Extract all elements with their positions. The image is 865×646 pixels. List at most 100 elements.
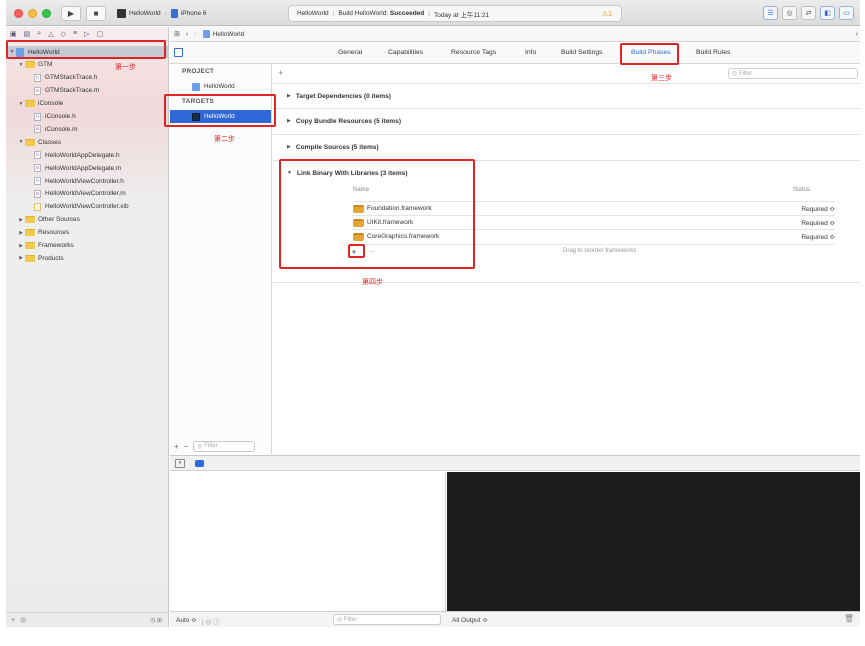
tab-general[interactable]: General <box>338 49 362 56</box>
source-file-icon: m <box>34 189 41 198</box>
navigator-group[interactable]: ▶ Frameworks <box>6 240 74 252</box>
column-status: Status <box>793 187 811 193</box>
debug-icon[interactable]: ≡ <box>73 30 77 37</box>
forward-icon[interactable]: › <box>194 31 196 38</box>
navigator-file[interactable]: m HelloWorldAppDelegate.m <box>6 162 121 174</box>
targets-filter-input[interactable]: ◎ Filter <box>193 440 256 452</box>
console-view[interactable] <box>447 472 860 611</box>
remove-target-button[interactable]: − <box>184 442 189 451</box>
disclosure-right-icon: ▶ <box>287 93 291 99</box>
tab-capabilities[interactable]: Capabilities <box>388 49 423 56</box>
xib-file-icon <box>34 202 41 211</box>
breadcrumb[interactable]: HelloWorld <box>202 30 244 38</box>
editor-mode-buttons: ☰ ◎ ⇄ ◧ ▭ <box>763 6 854 20</box>
phase-target-dependencies[interactable]: ▶ Target Dependencies (0 items) <box>273 83 860 108</box>
minimize-window-button[interactable] <box>28 9 37 18</box>
phase-copy-bundle-resources[interactable]: ▶ Copy Bundle Resources (5 items) <box>273 108 860 133</box>
header-file-icon: h <box>34 73 41 82</box>
header-file-icon: h <box>34 177 41 185</box>
project-header: PROJECT <box>182 68 215 75</box>
back-icon[interactable]: ‹ <box>186 31 188 38</box>
stop-button[interactable]: ■ <box>86 6 106 21</box>
navigator-file[interactable]: m HelloWorldViewController.m <box>6 188 126 200</box>
library-status[interactable]: Required ≎ <box>801 205 835 213</box>
symbol-icon[interactable]: ▤ <box>24 30 31 38</box>
scheme-name: HelloWorld <box>129 10 161 17</box>
close-window-button[interactable] <box>14 9 23 18</box>
zoom-window-button[interactable] <box>42 9 51 18</box>
tab-build-settings[interactable]: Build Settings <box>561 49 603 56</box>
breakpoints-toggle-icon[interactable] <box>195 460 204 467</box>
navigator-group[interactable]: ▶ Products <box>6 252 64 264</box>
targets-bottom-bar: + − ◎ Filter <box>170 438 271 454</box>
scheme-selector[interactable]: HelloWorld › iPhone 6 <box>117 6 221 21</box>
rings-icon: ◎ <box>786 10 793 17</box>
hide-targets-icon[interactable] <box>174 48 183 57</box>
disclosure-right-icon[interactable]: ▶ <box>17 243 25 249</box>
navigator-group[interactable]: ▼ GTM <box>6 59 52 71</box>
navigator-file[interactable]: h HelloWorldViewController.h <box>6 175 124 187</box>
tab-build-rules[interactable]: Build Rules <box>696 49 730 56</box>
navigator-filter-bar: + ◎ ◷ ⊞ <box>6 612 168 627</box>
library-status[interactable]: Required ≎ <box>801 219 835 227</box>
variables-filter-input[interactable]: ◎ Filter <box>333 614 441 625</box>
related-items-icon[interactable]: ⊞ <box>174 30 180 38</box>
disclosure-down-icon[interactable]: ▼ <box>17 62 25 68</box>
tab-info[interactable]: Info <box>525 49 536 56</box>
console-output-select[interactable]: All Output ≎ <box>452 616 488 624</box>
navigator-file[interactable]: m iConsole.m <box>6 123 78 135</box>
project-item[interactable]: HelloWorld <box>170 80 271 93</box>
report-icon[interactable]: ▢ <box>96 30 103 38</box>
test-icon[interactable]: ◇ <box>61 30 66 38</box>
navigator-file[interactable]: m GTMStackTrace.m <box>6 85 99 97</box>
device-icon <box>170 9 178 18</box>
navigator-group[interactable]: ▶ Other Sources <box>6 214 80 226</box>
add-build-phase-button[interactable]: + <box>278 68 283 78</box>
navigator-file[interactable]: h GTMStackTrace.h <box>6 72 98 84</box>
variables-scope-select[interactable]: Auto ≎ <box>176 616 197 624</box>
standard-editor-button[interactable]: ☰ <box>763 6 778 20</box>
disclosure-right-icon[interactable]: ▶ <box>17 217 25 223</box>
play-icon: ▶ <box>67 9 75 18</box>
filter-icon[interactable]: ◎ <box>20 616 26 624</box>
library-status[interactable]: Required ≎ <box>801 233 835 241</box>
navigator-group[interactable]: ▶ Resources <box>6 227 69 239</box>
disclosure-down-icon[interactable]: ▼ <box>17 139 25 145</box>
navigator-file[interactable]: HelloWorldViewController.xib <box>6 201 129 213</box>
version-editor-button[interactable]: ⇄ <box>801 6 816 20</box>
phase-compile-sources[interactable]: ▶ Compile Sources (5 items) <box>273 134 860 159</box>
warning-badge[interactable]: ⚠1 <box>602 10 612 18</box>
toggle-navigator-button[interactable]: ◧ <box>820 6 835 20</box>
navigator-file[interactable]: h iConsole.h <box>6 111 76 123</box>
navigator-group[interactable]: ▼ iConsole <box>6 98 63 110</box>
recent-files-icon[interactable]: ◷ ⊞ <box>150 617 162 624</box>
navigator-item-label: HelloWorldViewController.xib <box>45 203 129 211</box>
breakpoint-icon[interactable]: ▷ <box>84 30 89 38</box>
run-button[interactable]: ▶ <box>61 6 81 21</box>
disclosure-down-icon[interactable]: ▼ <box>17 101 25 107</box>
folder-icon[interactable]: ▣ <box>10 30 17 38</box>
disclosure-right-icon[interactable]: ▶ <box>17 230 25 236</box>
tab-resource-tags[interactable]: Resource Tags <box>451 49 496 56</box>
navigator-item-label: Other Sources <box>38 216 80 224</box>
navigator-file[interactable]: h HelloWorldAppDelegate.h <box>6 149 120 161</box>
trash-icon[interactable]: 🗑 <box>844 614 854 623</box>
navigator-item-label: HelloWorldViewController.m <box>45 190 126 198</box>
app-icon <box>117 9 126 18</box>
disclosure-right-icon[interactable]: ▶ <box>17 255 25 261</box>
annotation-box-step4 <box>279 159 475 269</box>
search-icon[interactable]: ⌕ <box>37 30 41 38</box>
add-file-button[interactable]: + <box>11 617 15 624</box>
chevron-left-icon[interactable]: ‹ <box>856 31 858 38</box>
navigator-group[interactable]: ▼ Classes <box>6 136 61 148</box>
jump-bar: ⊞ ‹ › HelloWorld ‹ <box>170 27 860 42</box>
eye-icon[interactable]: | ◎ ⓘ <box>202 616 219 626</box>
add-target-button[interactable]: + <box>174 442 179 451</box>
warning-icon[interactable]: △ <box>48 30 53 38</box>
assistant-editor-button[interactable]: ◎ <box>782 6 797 20</box>
phases-filter-input[interactable]: ◎ Filter <box>728 68 858 79</box>
hide-debug-area-icon[interactable]: ▾ <box>175 459 185 468</box>
project-item-label: HelloWorld <box>204 83 235 90</box>
toggle-debug-button[interactable]: ▭ <box>839 6 854 20</box>
activity-viewer: HelloWorld | Build HelloWorld: Succeeded… <box>288 5 622 22</box>
